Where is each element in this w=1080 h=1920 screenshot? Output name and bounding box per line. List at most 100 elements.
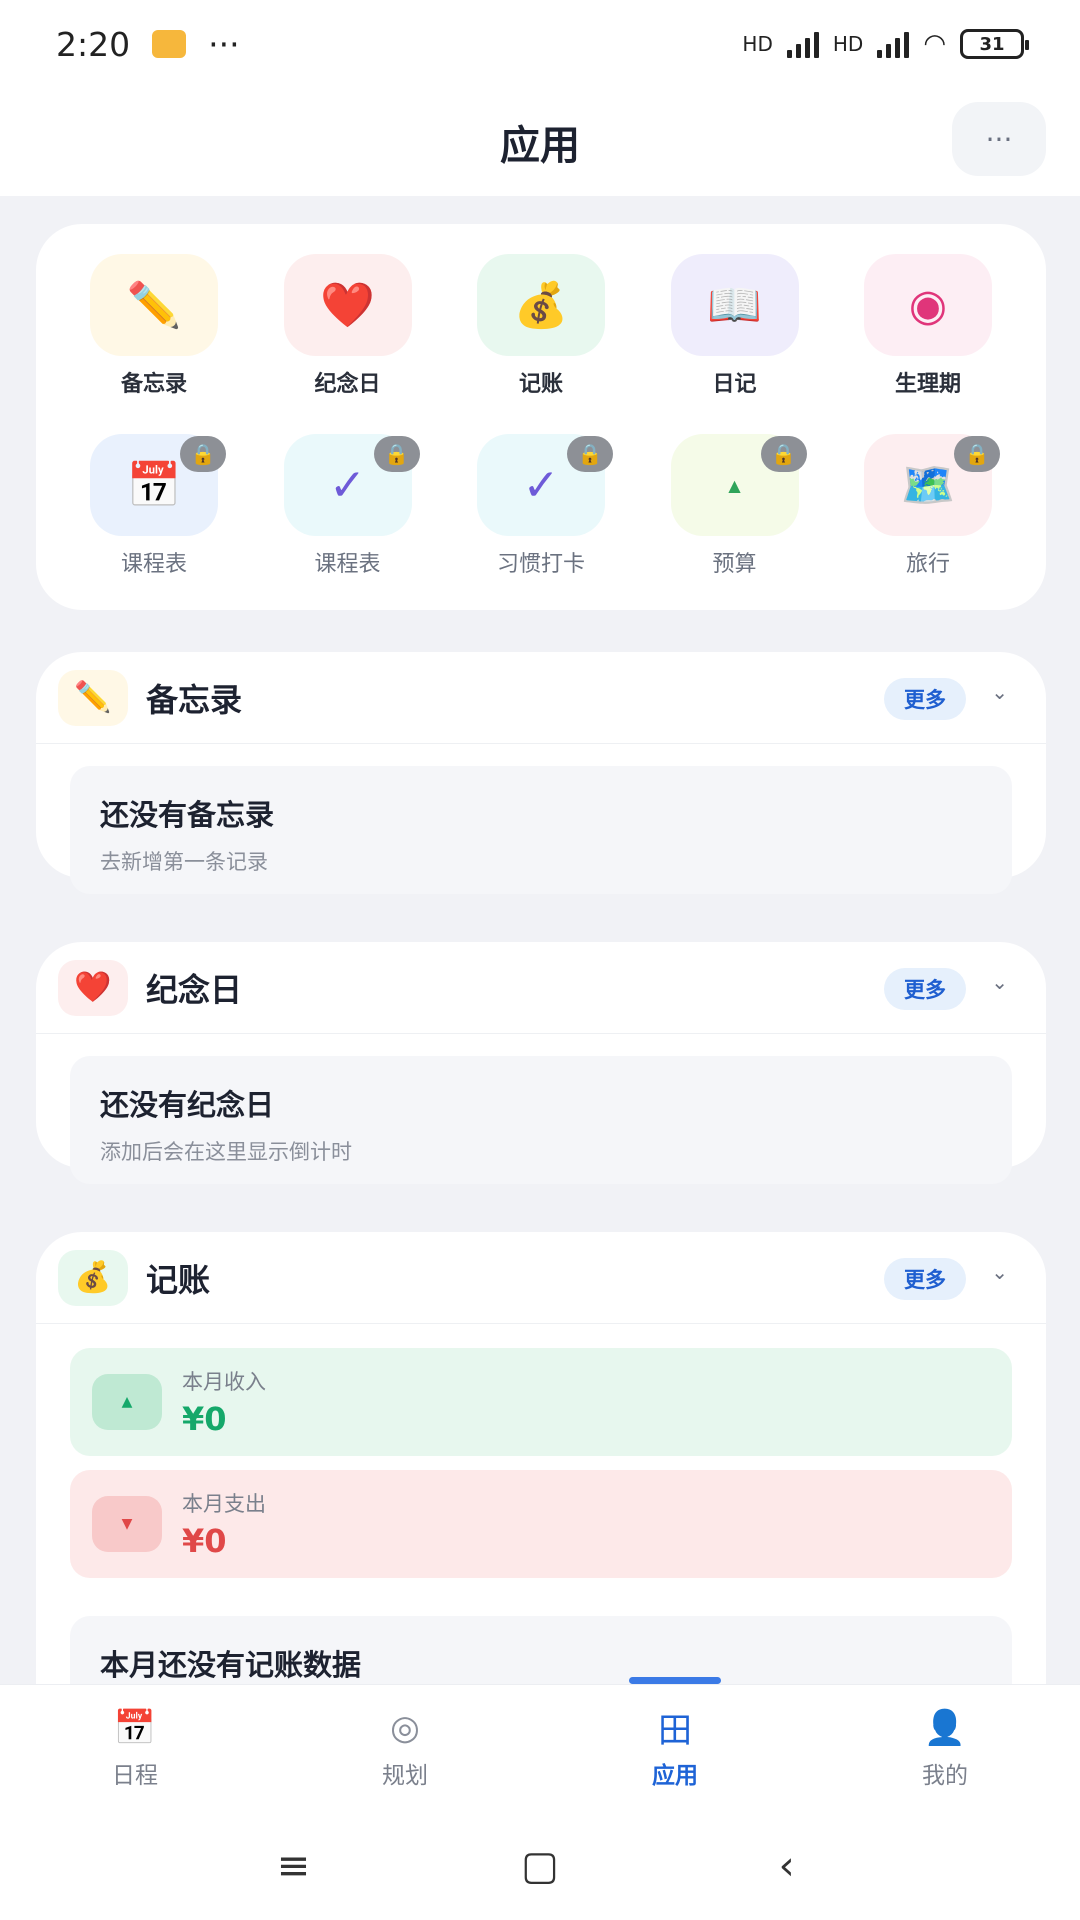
hd-label-2: HD <box>832 32 864 56</box>
check-glyph: ✓ <box>329 459 366 511</box>
ledger-section: 💰 记账 更多 ⌄ ▲ 本月收入 ¥0 ▼ 本月支出 ¥0 本月还没有记账数据 <box>36 1232 1046 1684</box>
clock: 2:20 <box>56 24 131 64</box>
anniversary-header[interactable]: ❤️ 纪念日 更多 ⌄ <box>36 942 1046 1034</box>
status-bar: 2:20 ··· HD HD ◠ 31 <box>0 0 1080 88</box>
section-title: 纪念日 <box>146 970 243 1009</box>
tab-planning[interactable]: ◎ 规划 <box>270 1685 540 1812</box>
app-header: 应用 ··· <box>0 88 1080 196</box>
anniversary-section: ❤️ 纪念日 更多 ⌄ 还没有纪念日 添加后会在这里显示倒计时 <box>36 942 1046 1184</box>
tab-schedule[interactable]: 📅 日程 <box>0 1685 270 1812</box>
page-title: 应用 <box>500 123 580 169</box>
expense-label: 本月支出 <box>182 1492 266 1516</box>
app-label: 日记 <box>712 372 757 397</box>
signal-icon-2 <box>877 30 910 58</box>
battery-icon: 31 <box>960 29 1029 59</box>
chevron-down-icon[interactable]: ⌄ <box>991 680 1008 704</box>
tab-label: 我的 <box>922 1762 968 1789</box>
lock-icon: 🔒 <box>954 436 1000 472</box>
memo-header[interactable]: ✏️ 备忘录 更多 ⌄ <box>36 652 1046 744</box>
app-label: 备忘录 <box>120 372 187 397</box>
expense-down-icon: ▼ <box>92 1496 162 1552</box>
target-icon: ◎ <box>390 1707 420 1748</box>
app-memo[interactable]: ✏️ 备忘录 <box>74 254 234 434</box>
tab-mine[interactable]: 👤 我的 <box>810 1685 1080 1812</box>
chevron-down-icon[interactable]: ⌄ <box>991 970 1008 994</box>
heart-icon: ❤️ <box>58 959 128 1016</box>
section-title: 记账 <box>146 1260 211 1299</box>
menu-icon[interactable]: ≡ <box>263 1836 323 1896</box>
income-value: ¥0 <box>182 1400 227 1438</box>
income-up-icon: ▲ <box>92 1374 162 1430</box>
empty-subtitle: 去新增第一条记录 <box>100 850 268 874</box>
app-grid: ✏️ 备忘录 ❤️ 纪念日 💰 记账 📖 日记 ◉ 生理期 📅 🔒 课程表 ✓ … <box>36 224 1046 610</box>
app-diary[interactable]: 📖 日记 <box>655 254 815 434</box>
expense-value: ¥0 <box>182 1522 227 1560</box>
chevron-down-icon[interactable]: ⌄ <box>991 1260 1008 1284</box>
tab-label: 规划 <box>382 1762 428 1789</box>
wifi-icon: ◠ <box>923 29 946 59</box>
money-bag-glyph: 💰 <box>513 280 569 331</box>
app-travel-locked[interactable]: 🗺️ 🔒 旅行 <box>848 434 1008 614</box>
empty-title: 还没有纪念日 <box>100 1088 275 1122</box>
pencil-glyph: ✏️ <box>126 280 182 331</box>
lock-icon: 🔒 <box>567 436 613 472</box>
app-label: 课程表 <box>120 552 187 577</box>
ledger-more-button[interactable]: 更多 <box>884 1258 966 1300</box>
app-period[interactable]: ◉ 生理期 <box>848 254 1008 434</box>
circle-dot-glyph: ◉ <box>908 279 948 331</box>
memo-more-button[interactable]: 更多 <box>884 678 966 720</box>
ledger-header[interactable]: 💰 记账 更多 ⌄ <box>36 1232 1046 1324</box>
calendar-icon: 📅 <box>113 1707 157 1748</box>
empty-title: 还没有备忘录 <box>100 798 275 832</box>
hd-label-1: HD <box>742 32 773 56</box>
anniversary-more-button[interactable]: 更多 <box>884 968 966 1010</box>
app-habit-locked[interactable]: ✓ 🔒 习惯打卡 <box>461 434 621 614</box>
app-label: 课程表 <box>314 552 381 577</box>
app-label: 习惯打卡 <box>496 552 585 577</box>
money-bag-icon: 💰 <box>58 1249 128 1306</box>
map-glyph: 🗺️ <box>900 460 956 511</box>
empty-title: 本月还没有记账数据 <box>100 1648 362 1682</box>
main-content[interactable]: ✏️ 备忘录 ❤️ 纪念日 💰 记账 📖 日记 ◉ 生理期 📅 🔒 课程表 ✓ … <box>0 196 1080 1684</box>
more-options-button[interactable]: ··· <box>952 102 1046 176</box>
app-schedule-locked[interactable]: 📅 🔒 课程表 <box>74 434 234 614</box>
tab-label: 日程 <box>112 1762 158 1789</box>
home-icon[interactable]: ▢ <box>510 1836 570 1896</box>
income-card[interactable]: ▲ 本月收入 ¥0 <box>70 1348 1012 1456</box>
heart-icon: ❤️ <box>283 254 412 356</box>
anniversary-empty-state[interactable]: 还没有纪念日 添加后会在这里显示倒计时 <box>70 1056 1012 1184</box>
app-budget-locked[interactable]: ▲ 🔒 预算 <box>655 434 815 614</box>
heart-glyph: ❤️ <box>320 280 375 331</box>
app-label: 记账 <box>518 372 563 397</box>
battery-level: 31 <box>979 33 1005 55</box>
bottom-tab-bar: 📅 日程 ◎ 规划 田 应用 👤 我的 <box>0 1677 1080 1812</box>
grid-icon: 田 <box>658 1711 692 1751</box>
back-icon[interactable]: ‹ <box>757 1836 817 1896</box>
check-glyph: ✓ <box>522 459 560 511</box>
memo-section: ✏️ 备忘录 更多 ⌄ 还没有备忘录 去新增第一条记录 <box>36 652 1046 894</box>
lock-icon: 🔒 <box>373 436 420 472</box>
ledger-empty-state[interactable]: 本月还没有记账数据 <box>70 1616 1012 1684</box>
app-grid-row-2: 📅 🔒 课程表 ✓ 🔒 课程表 ✓ 🔒 习惯打卡 ▲ 🔒 预算 🗺️ 🔒 旅行 <box>74 434 1008 614</box>
expense-card[interactable]: ▼ 本月支出 ¥0 <box>70 1470 1012 1578</box>
empty-subtitle: 添加后会在这里显示倒计时 <box>100 1140 352 1164</box>
pencil-icon: ✏️ <box>90 254 218 356</box>
lock-icon: 🔒 <box>760 436 807 472</box>
tab-label: 应用 <box>652 1762 698 1789</box>
income-label: 本月收入 <box>182 1370 266 1394</box>
section-title: 备忘录 <box>146 680 243 719</box>
app-grid-row-1: ✏️ 备忘录 ❤️ 纪念日 💰 记账 📖 日记 ◉ 生理期 <box>74 254 1008 434</box>
app-label: 生理期 <box>894 372 961 397</box>
app-label: 纪念日 <box>314 372 381 397</box>
circle-dot-icon: ◉ <box>864 254 992 356</box>
app-ledger[interactable]: 💰 记账 <box>461 254 621 434</box>
app-schedule-2-locked[interactable]: ✓ 🔒 课程表 <box>268 434 428 614</box>
book-icon: 📖 <box>670 254 799 356</box>
system-navigation-bar: ≡ ▢ ‹ <box>0 1812 1080 1920</box>
tab-apps[interactable]: 田 应用 <box>540 1677 810 1812</box>
calendar-glyph: 📅 <box>126 460 182 511</box>
pencil-icon: ✏️ <box>58 669 128 726</box>
memo-empty-state[interactable]: 还没有备忘录 去新增第一条记录 <box>70 766 1012 894</box>
app-anniversary[interactable]: ❤️ 纪念日 <box>268 254 428 434</box>
money-bag-icon: 💰 <box>477 254 605 356</box>
